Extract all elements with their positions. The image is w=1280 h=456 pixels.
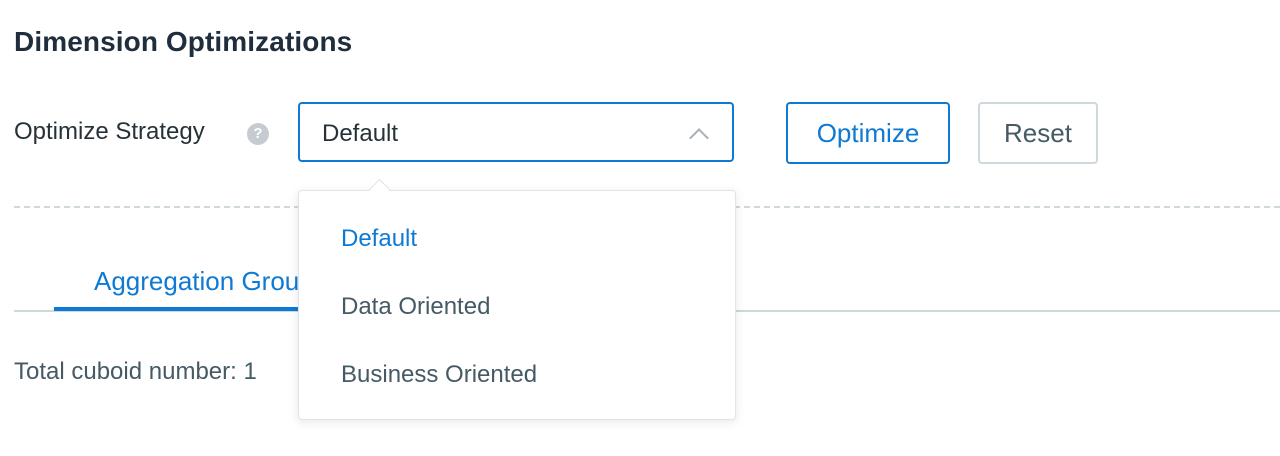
dimension-optimizations-panel: Dimension Optimizations Optimize Strateg…	[0, 0, 1280, 456]
total-cuboid-number: Total cuboid number: 1	[14, 358, 257, 385]
page-title: Dimension Optimizations	[14, 26, 353, 57]
active-tab-indicator	[54, 307, 314, 311]
help-question-icon[interactable]: ?	[247, 123, 269, 145]
optimize-button[interactable]: Optimize	[786, 102, 950, 164]
reset-button[interactable]: Reset	[978, 102, 1098, 164]
chevron-up-icon	[689, 128, 709, 148]
tab-aggregation-groups[interactable]: Aggregation Groups	[54, 264, 314, 310]
optimize-strategy-label: Optimize Strategy	[14, 118, 205, 145]
tab-aggregation-groups-label: Aggregation Groups	[94, 266, 314, 296]
optimize-strategy-selected-value: Default	[322, 120, 399, 147]
dropdown-option-business-oriented[interactable]: Business Oriented	[299, 341, 735, 409]
optimize-strategy-dropdown-menu: Default Data Oriented Business Oriented	[298, 190, 736, 420]
optimize-strategy-select[interactable]: Default	[298, 102, 734, 162]
dropdown-option-data-oriented[interactable]: Data Oriented	[299, 273, 735, 341]
dropdown-option-default[interactable]: Default	[299, 205, 735, 273]
